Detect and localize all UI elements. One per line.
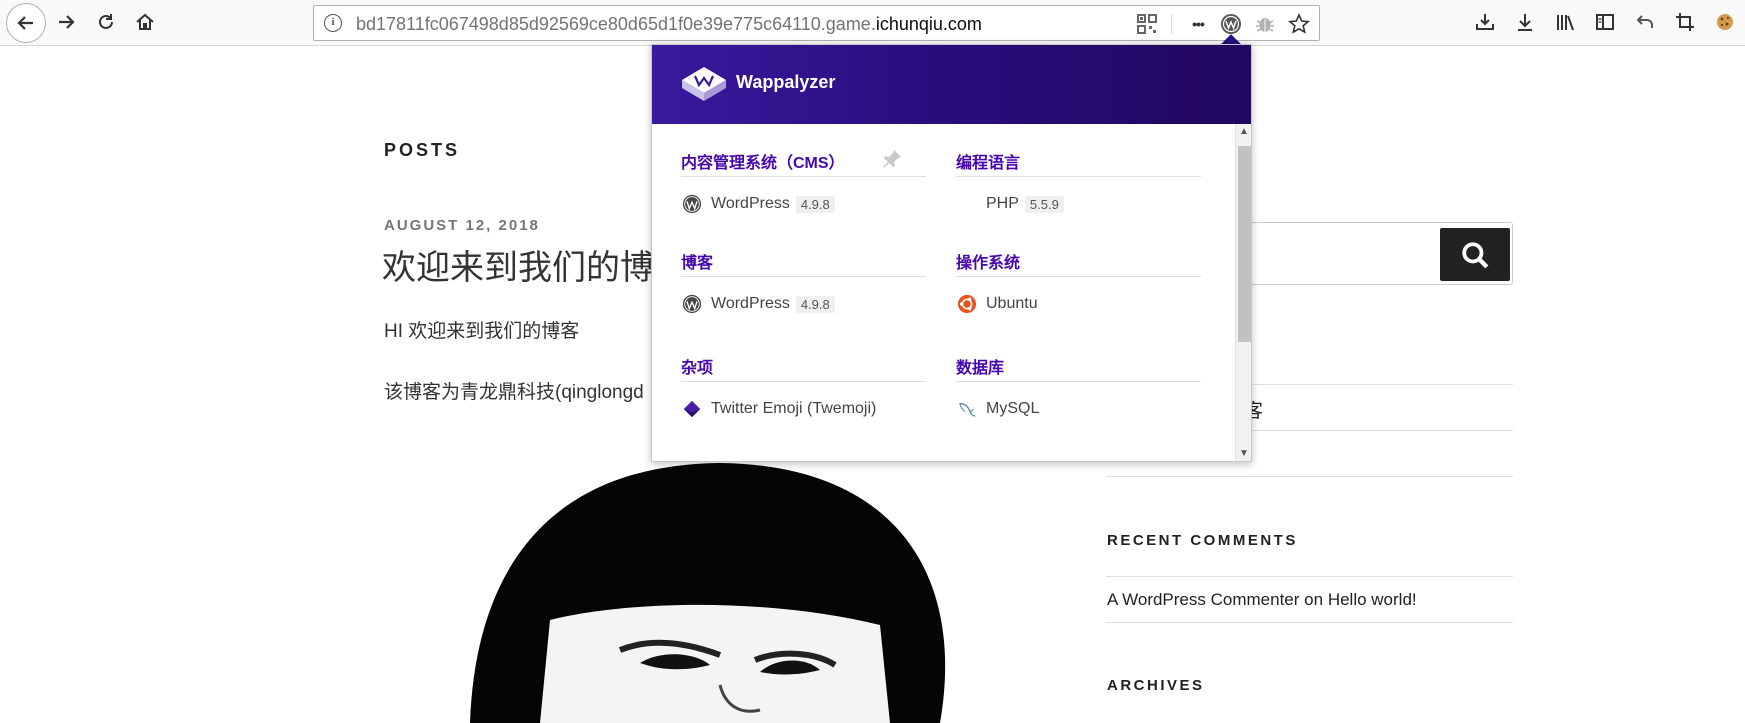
technology-version: 4.9.8 xyxy=(795,195,835,213)
comment-author-link[interactable]: A WordPress Commenter xyxy=(1107,590,1299,609)
technology-version: 5.5.9 xyxy=(1024,195,1064,213)
home-icon xyxy=(136,13,154,30)
category-operating-system: 操作系统 Ubuntu xyxy=(956,249,1201,316)
technology-name: MySQL xyxy=(986,400,1040,417)
url-prefix: bd17811fc067498d85d92569ce80d65d1f0e39e7… xyxy=(356,14,876,34)
technology-name: Twitter Emoji (Twemoji) xyxy=(711,400,877,417)
technology-item[interactable]: Ubuntu xyxy=(956,292,1201,316)
technology-item[interactable]: MySQL xyxy=(956,397,1201,421)
technology-item[interactable]: WordPress 4.9.8 xyxy=(681,192,926,216)
category-cms: 内容管理系统（CMS） WordPress 4.9.8 xyxy=(681,149,926,216)
home-button[interactable] xyxy=(127,4,163,40)
post-paragraph-1: HI 欢迎来到我们的博客 xyxy=(384,321,580,342)
comment-post-link[interactable]: Hello world! xyxy=(1328,590,1417,609)
undo-button[interactable] xyxy=(1627,4,1663,40)
recent-comment: A WordPress Commenter on Hello world! xyxy=(1107,590,1417,610)
category-name[interactable]: 操作系统 xyxy=(956,249,1201,277)
technology-name: WordPress xyxy=(711,195,790,212)
technology-item[interactable]: Twitter Emoji (Twemoji) xyxy=(681,397,926,421)
popup-scrollbar[interactable]: ▲ ▼ xyxy=(1235,124,1251,461)
widget-divider xyxy=(1106,476,1513,477)
wappalyzer-icon[interactable] xyxy=(1220,13,1242,35)
browser-toolbar: i bd17811fc067498d85d92569ce80d65d1f0e39… xyxy=(0,0,1745,46)
post-title[interactable]: 欢迎来到我们的博客 xyxy=(382,240,688,289)
category-programming-language: 编程语言 PHP 5.5.9 xyxy=(956,149,1201,216)
url-bar[interactable]: i bd17811fc067498d85d92569ce80d65d1f0e39… xyxy=(313,5,1320,41)
technology-name: WordPress xyxy=(711,295,790,312)
wappalyzer-popup: Wappalyzer 内容管理系统（CMS） WordPress 4.9.8 博… xyxy=(651,44,1252,462)
technology-item[interactable]: PHP 5.5.9 xyxy=(956,192,1201,216)
url-text[interactable]: bd17811fc067498d85d92569ce80d65d1f0e39e7… xyxy=(356,14,982,35)
url-separator xyxy=(1171,14,1172,34)
technology-name: PHP xyxy=(986,195,1019,212)
archives-heading: ARCHIVES xyxy=(1107,677,1205,694)
qr-code-icon[interactable] xyxy=(1136,13,1158,35)
download-icon xyxy=(1518,14,1532,31)
wordpress-icon xyxy=(681,293,703,315)
bug-icon[interactable] xyxy=(1254,13,1276,35)
technology-item[interactable]: WordPress 4.9.8 xyxy=(681,292,926,316)
cookie-button[interactable] xyxy=(1707,4,1743,40)
save-to-pocket-icon xyxy=(1476,14,1494,30)
post-date[interactable]: AUGUST 12, 2018 xyxy=(384,217,540,234)
info-icon[interactable]: i xyxy=(324,14,342,32)
url-domain: ichunqiu.com xyxy=(875,14,982,34)
sidebar-icon xyxy=(1596,14,1614,30)
category-blog: 博客 WordPress 4.9.8 xyxy=(681,249,926,316)
technology-version: 4.9.8 xyxy=(795,295,835,313)
save-to-pocket-button[interactable] xyxy=(1467,4,1503,40)
comment-on-text: on xyxy=(1304,590,1324,609)
download-button[interactable] xyxy=(1507,4,1543,40)
wappalyzer-header: Wappalyzer xyxy=(652,45,1251,124)
widget-divider xyxy=(1106,622,1513,623)
wordpress-icon xyxy=(681,193,703,215)
wappalyzer-results: 内容管理系统（CMS） WordPress 4.9.8 博客 WordPress… xyxy=(652,124,1251,461)
search-icon xyxy=(1462,241,1489,268)
category-name[interactable]: 杂项 xyxy=(681,354,926,382)
category-database: 数据库 MySQL xyxy=(956,354,1201,421)
category-misc: 杂项 Twitter Emoji (Twemoji) xyxy=(681,354,926,421)
reload-button[interactable] xyxy=(88,4,124,40)
overflow-menu-icon[interactable]: ••• xyxy=(1187,13,1209,35)
scrollbar-thumb[interactable] xyxy=(1238,146,1251,342)
sidebar-button[interactable] xyxy=(1587,4,1623,40)
wappalyzer-title: Wappalyzer xyxy=(736,72,836,92)
crop-icon xyxy=(1676,13,1694,31)
post-paragraph-2: 该博客为青龙鼎科技(qinglongd xyxy=(384,382,644,403)
category-name[interactable]: 博客 xyxy=(681,249,926,277)
forward-button[interactable] xyxy=(48,4,84,40)
mysql-icon xyxy=(956,398,978,420)
back-arrow-icon xyxy=(17,16,33,30)
category-name[interactable]: 编程语言 xyxy=(956,149,1201,177)
pin-icon[interactable] xyxy=(881,148,903,170)
php-icon xyxy=(956,193,978,215)
reload-icon xyxy=(99,14,113,29)
undo-icon xyxy=(1636,15,1653,28)
scroll-down-arrow-icon[interactable]: ▼ xyxy=(1239,448,1249,459)
library-icon xyxy=(1557,15,1574,31)
crop-button[interactable] xyxy=(1667,4,1703,40)
meme-image xyxy=(470,463,946,723)
wappalyzer-logo-icon xyxy=(682,67,726,101)
category-name[interactable]: 数据库 xyxy=(956,354,1201,382)
library-button[interactable] xyxy=(1547,4,1583,40)
widget-divider xyxy=(1106,576,1513,577)
forward-arrow-icon xyxy=(59,15,75,29)
ubuntu-icon xyxy=(956,293,978,315)
scroll-up-arrow-icon[interactable]: ▲ xyxy=(1239,126,1249,137)
posts-heading: POSTS xyxy=(384,140,461,160)
twemoji-icon xyxy=(681,398,703,420)
search-button[interactable] xyxy=(1440,228,1510,281)
recent-comments-heading: RECENT COMMENTS xyxy=(1107,532,1298,549)
back-button[interactable] xyxy=(6,3,46,43)
bookmark-star-icon[interactable] xyxy=(1288,13,1310,35)
technology-name: Ubuntu xyxy=(986,295,1038,312)
cookie-icon xyxy=(1717,14,1733,30)
